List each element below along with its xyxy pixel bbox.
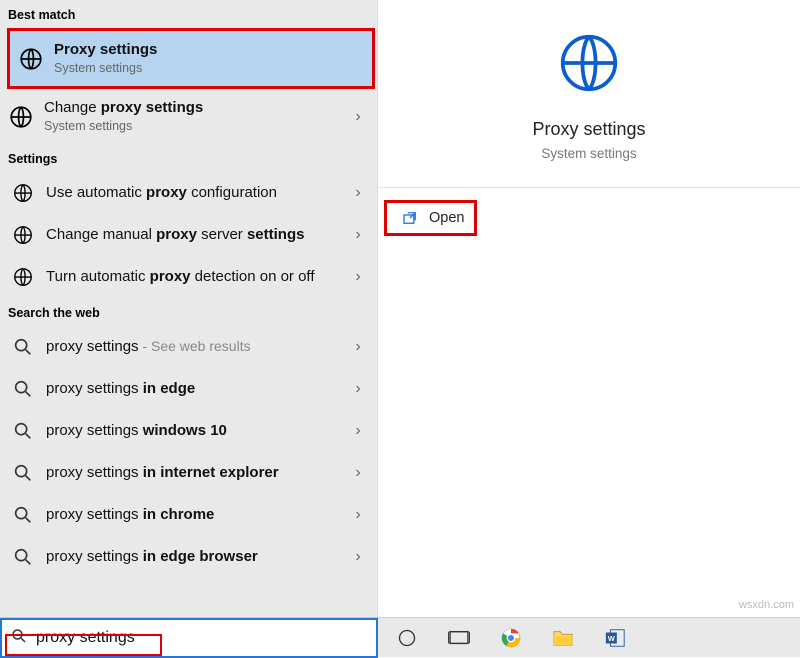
- taskbar-search[interactable]: [0, 618, 378, 658]
- best-match-header: Best match: [0, 0, 377, 28]
- highlight-open-action: Open: [384, 200, 477, 236]
- chevron-right-icon[interactable]: ›: [349, 184, 367, 202]
- web-item-label: proxy settings in chrome: [46, 506, 339, 524]
- web-item-label: proxy settings in internet explorer: [46, 464, 339, 482]
- file-explorer-icon[interactable]: [542, 618, 584, 658]
- globe-icon: [10, 182, 36, 204]
- globe-icon: [10, 266, 36, 288]
- best-match-subtitle: System settings: [54, 61, 362, 76]
- result-subtitle: System settings: [44, 119, 339, 134]
- web-item-label: proxy settings - See web results: [46, 338, 339, 356]
- search-icon: [10, 336, 36, 358]
- taskbar-icons: W: [378, 618, 636, 658]
- chrome-icon[interactable]: [490, 618, 532, 658]
- search-icon: [10, 546, 36, 568]
- svg-text:W: W: [608, 633, 615, 642]
- web-item[interactable]: proxy settings in chrome ›: [0, 494, 377, 536]
- web-item-label: proxy settings in edge browser: [46, 548, 339, 566]
- chevron-right-icon[interactable]: ›: [349, 226, 367, 244]
- search-icon: [10, 378, 36, 400]
- search-icon: [10, 504, 36, 526]
- open-icon: [401, 209, 419, 227]
- search-icon: [10, 462, 36, 484]
- cortana-button[interactable]: [386, 618, 428, 658]
- globe-icon: [10, 224, 36, 246]
- chevron-right-icon[interactable]: ›: [349, 506, 367, 524]
- chevron-right-icon[interactable]: ›: [349, 422, 367, 440]
- setting-item-manual-proxy[interactable]: Change manual proxy server settings ›: [0, 214, 377, 256]
- search-input[interactable]: [36, 629, 370, 647]
- watermark: wsxdn.com: [739, 599, 794, 611]
- search-icon: [10, 420, 36, 442]
- preview-title: Proxy settings: [532, 119, 645, 140]
- chevron-right-icon[interactable]: ›: [349, 108, 367, 126]
- open-label: Open: [429, 210, 464, 226]
- preview-panel: Proxy settings System settings Open: [378, 0, 800, 617]
- best-match-title: Proxy settings: [54, 41, 362, 59]
- search-icon: [10, 627, 28, 648]
- settings-header: Settings: [0, 144, 377, 172]
- globe-icon: [8, 102, 34, 132]
- task-view-button[interactable]: [438, 618, 480, 658]
- word-icon[interactable]: W: [594, 618, 636, 658]
- open-action[interactable]: Open: [395, 205, 466, 231]
- web-item-label: proxy settings in edge: [46, 380, 339, 398]
- web-item-label: proxy settings windows 10: [46, 422, 339, 440]
- chevron-right-icon[interactable]: ›: [349, 464, 367, 482]
- globe-icon-large: [554, 28, 624, 101]
- result-title: Change proxy settings: [44, 99, 339, 117]
- setting-item-auto-proxy[interactable]: Use automatic proxy configuration ›: [0, 172, 377, 214]
- setting-item-label: Use automatic proxy configuration: [46, 184, 339, 202]
- chevron-right-icon[interactable]: ›: [349, 268, 367, 286]
- setting-item-label: Change manual proxy server settings: [46, 226, 339, 244]
- result-change-proxy[interactable]: Change proxy settings System settings ›: [0, 89, 377, 144]
- chevron-right-icon[interactable]: ›: [349, 338, 367, 356]
- best-match-item[interactable]: Proxy settings System settings: [10, 31, 372, 86]
- setting-item-toggle-proxy[interactable]: Turn automatic proxy detection on or off…: [0, 256, 377, 298]
- preview-subtitle: System settings: [541, 146, 636, 161]
- chevron-right-icon[interactable]: ›: [349, 548, 367, 566]
- web-header: Search the web: [0, 298, 377, 326]
- web-item[interactable]: proxy settings windows 10 ›: [0, 410, 377, 452]
- globe-icon: [18, 44, 44, 74]
- web-item[interactable]: proxy settings in edge ›: [0, 368, 377, 410]
- search-results-panel: Best match Proxy settings System setting…: [0, 0, 378, 617]
- setting-item-label: Turn automatic proxy detection on or off: [46, 268, 339, 286]
- web-item[interactable]: proxy settings - See web results ›: [0, 326, 377, 368]
- chevron-right-icon[interactable]: ›: [349, 380, 367, 398]
- web-item[interactable]: proxy settings in internet explorer ›: [0, 452, 377, 494]
- web-item[interactable]: proxy settings in edge browser ›: [0, 536, 377, 578]
- highlight-best-match: Proxy settings System settings: [7, 28, 375, 89]
- taskbar: W: [0, 617, 800, 657]
